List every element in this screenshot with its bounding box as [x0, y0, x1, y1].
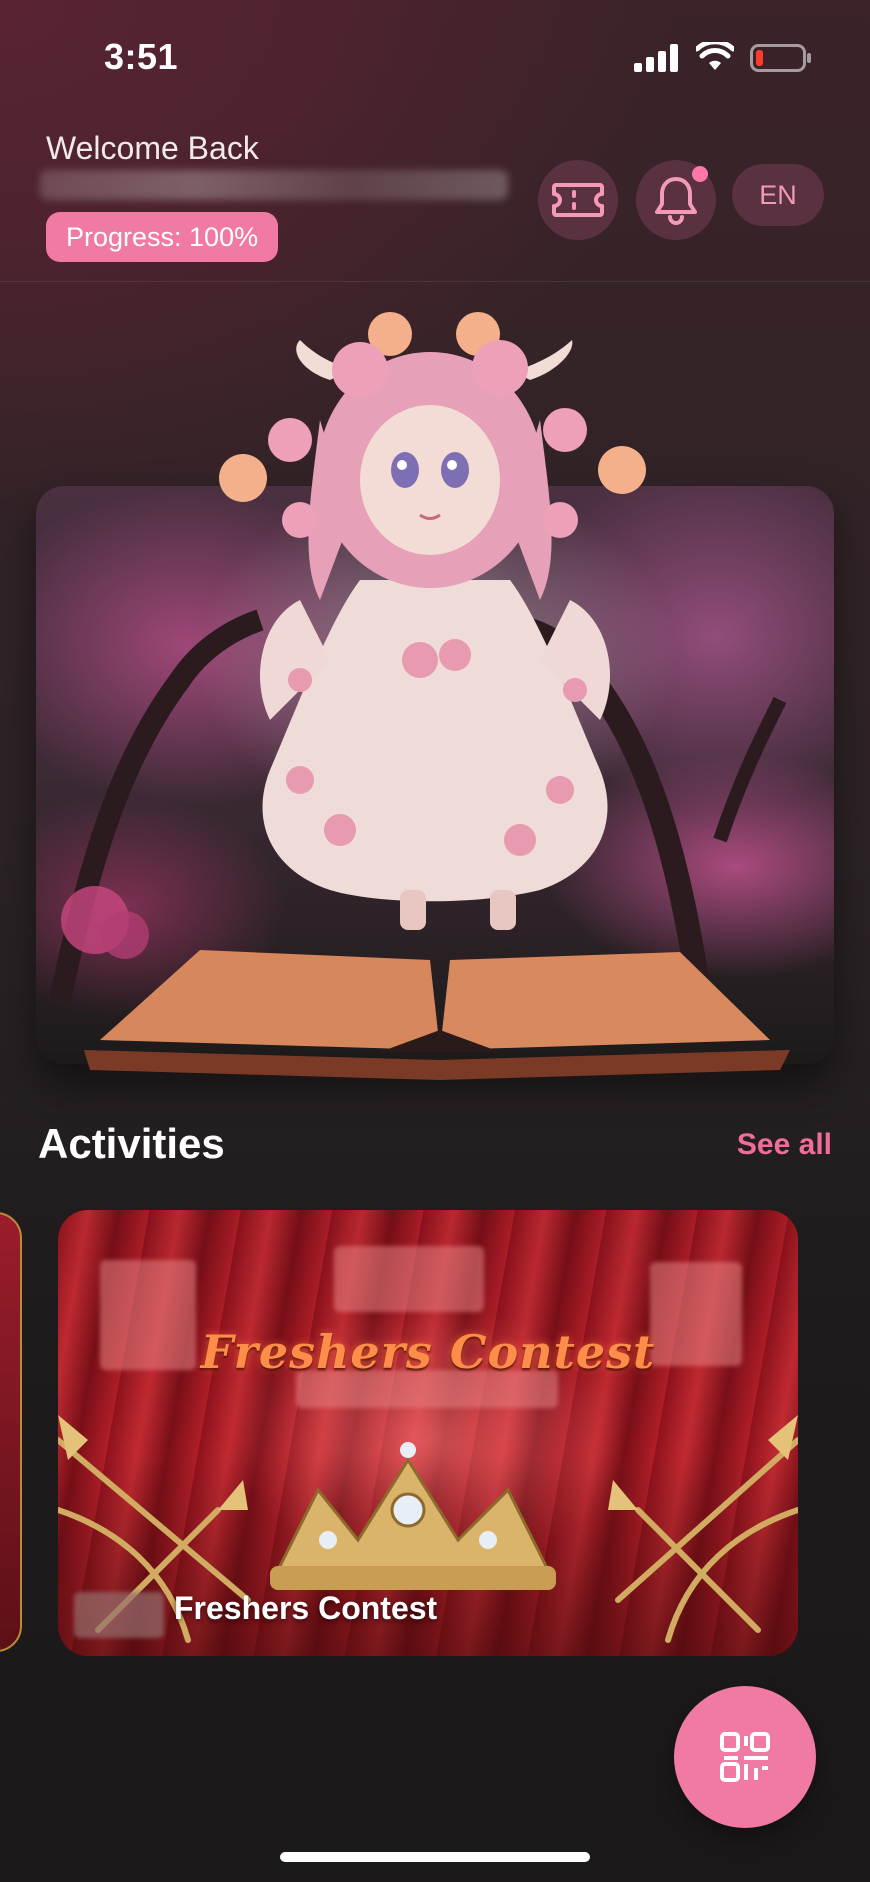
- redacted-user-id: [40, 170, 508, 200]
- hero-illustration: [49, 312, 790, 1080]
- welcome-text: Welcome Back: [46, 130, 259, 166]
- header: Welcome Back Progress: 100% EN: [0, 110, 870, 282]
- redacted-organizer-logo: [74, 1592, 164, 1638]
- ticket-icon: [552, 183, 604, 217]
- status-bar: 3:51: [0, 0, 870, 110]
- qr-scan-button[interactable]: [674, 1686, 816, 1828]
- card-title: Freshers Contest: [174, 1590, 438, 1626]
- card-heading: Freshers Contest: [200, 1325, 656, 1379]
- redacted-logo: [334, 1246, 484, 1312]
- notifications-button[interactable]: [636, 160, 716, 240]
- app-screen: 3:51 Welcome Back Progress: 100% EN Acti…: [0, 0, 870, 1882]
- activity-card-freshers-contest[interactable]: Freshers Contest Freshers Contest: [58, 1210, 798, 1656]
- qr-code-icon: [720, 1732, 770, 1782]
- notification-dot: [692, 166, 708, 182]
- language-button[interactable]: EN: [732, 164, 824, 226]
- home-indicator: [280, 1852, 590, 1862]
- ticket-button[interactable]: [538, 160, 618, 240]
- previous-activity-card[interactable]: [0, 1212, 22, 1652]
- bell-icon: [655, 177, 697, 225]
- activities-title: Activities: [38, 1120, 225, 1167]
- status-time: 3:51: [104, 36, 179, 77]
- signal-icon: [634, 44, 678, 72]
- battery-low-icon: [750, 44, 811, 72]
- wifi-icon: [696, 42, 734, 70]
- progress-badge: Progress: 100%: [46, 212, 279, 262]
- see-all-link[interactable]: See all: [737, 1128, 832, 1162]
